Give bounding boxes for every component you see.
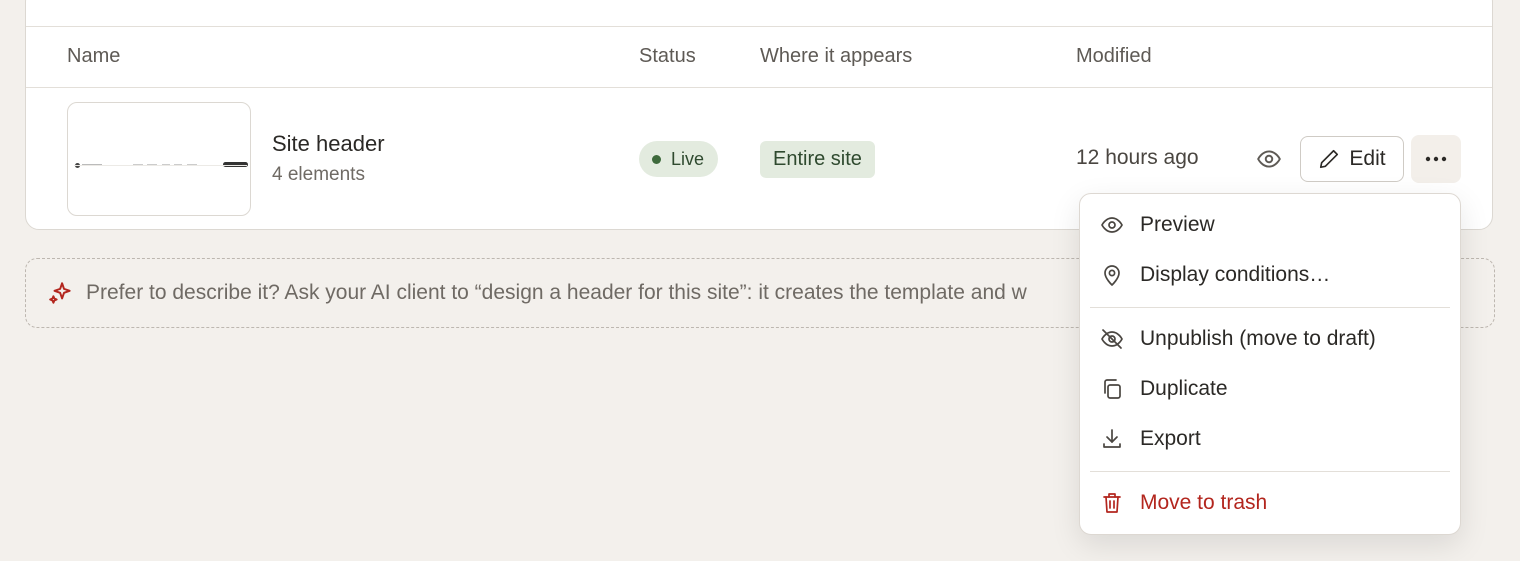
more-horizontal-icon <box>1425 156 1447 162</box>
menu-item-label: Move to trash <box>1140 491 1268 514</box>
eye-icon <box>1257 150 1281 168</box>
menu-item-unpublish[interactable]: Unpublish (move to draft) <box>1080 319 1460 359</box>
edit-button[interactable]: Edit <box>1300 136 1404 182</box>
status-badge: Live <box>639 141 719 177</box>
menu-item-move-to-trash[interactable]: Move to trash <box>1080 483 1460 523</box>
where-label: Entire site <box>773 148 862 170</box>
menu-item-display-conditions[interactable]: Display conditions… <box>1080 255 1460 295</box>
ai-hint-text: Prefer to describe it? Ask your AI clien… <box>86 281 1027 304</box>
thumbnail-divider <box>74 165 247 166</box>
divider <box>26 26 1492 27</box>
column-header-name[interactable]: Name <box>67 45 120 68</box>
menu-separator <box>1090 307 1450 308</box>
more-actions-button[interactable] <box>1411 135 1461 183</box>
row-actions-menu: Preview Display conditions… Unpublish (m… <box>1079 193 1461 535</box>
preview-button[interactable] <box>1254 146 1284 172</box>
template-subtitle: 4 elements <box>272 164 365 185</box>
copy-icon <box>1100 377 1124 401</box>
menu-item-label: Display conditions… <box>1140 263 1331 286</box>
menu-separator <box>1090 471 1450 472</box>
menu-item-label: Duplicate <box>1140 377 1228 400</box>
edit-label: Edit <box>1349 147 1386 170</box>
column-header-status[interactable]: Status <box>639 45 696 68</box>
column-header-where[interactable]: Where it appears <box>760 45 912 68</box>
status-label: Live <box>671 148 705 169</box>
template-thumbnail[interactable] <box>67 102 251 216</box>
column-header-modified[interactable]: Modified <box>1076 45 1152 68</box>
status-dot-icon <box>652 154 661 164</box>
pencil-icon <box>1320 149 1339 169</box>
modified-time: 12 hours ago <box>1076 146 1199 169</box>
map-pin-icon <box>1100 263 1124 287</box>
trash-icon <box>1100 491 1124 515</box>
download-icon <box>1100 427 1124 451</box>
menu-item-label: Unpublish (move to draft) <box>1140 327 1376 350</box>
where-badge: Entire site <box>760 141 875 178</box>
menu-item-duplicate[interactable]: Duplicate <box>1080 369 1460 409</box>
menu-item-export[interactable]: Export <box>1080 419 1460 459</box>
header-divider <box>26 87 1492 88</box>
menu-item-label: Preview <box>1140 213 1215 236</box>
eye-off-icon <box>1100 327 1124 351</box>
menu-item-label: Export <box>1140 427 1201 450</box>
menu-item-preview[interactable]: Preview <box>1080 205 1460 245</box>
eye-icon <box>1100 213 1124 237</box>
template-title[interactable]: Site header <box>272 131 385 157</box>
sparkle-icon <box>49 282 71 304</box>
